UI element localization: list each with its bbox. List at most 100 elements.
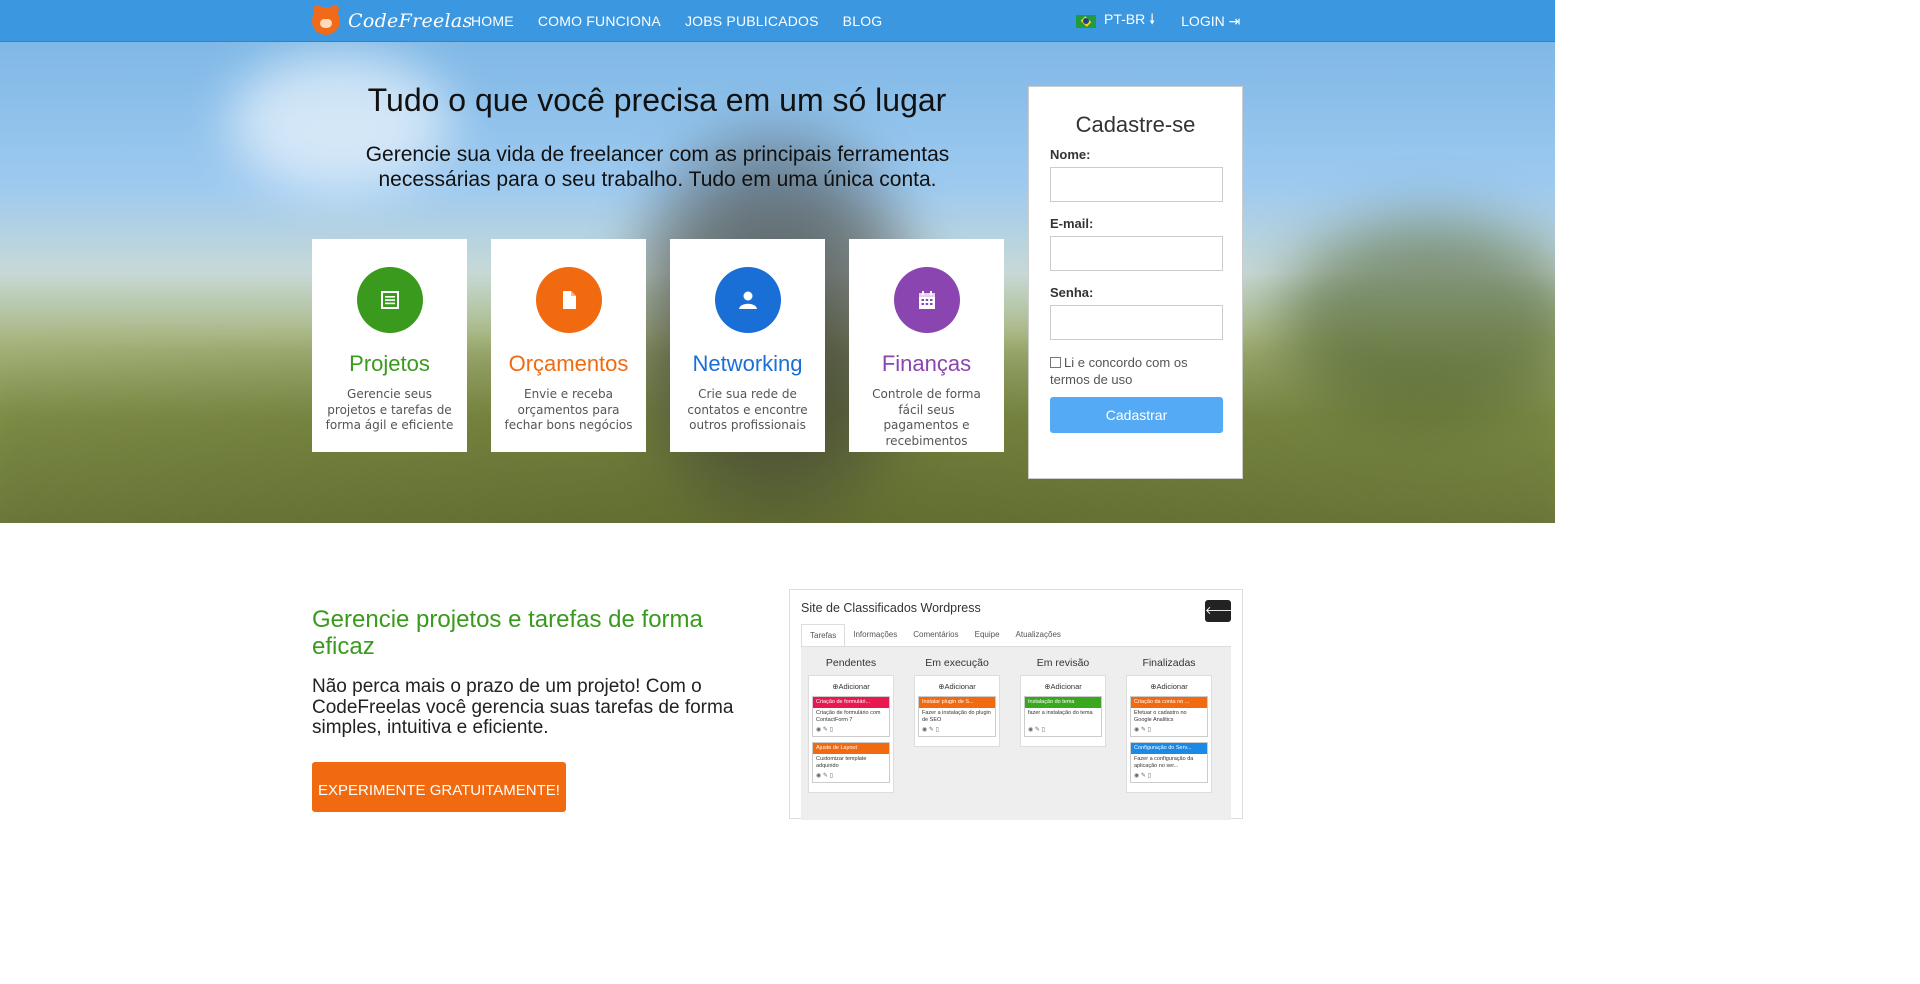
list-icon bbox=[356, 267, 423, 333]
hero-title: Tudo o que você precisa em um só lugar bbox=[367, 82, 947, 118]
section-text: Não perca mais o prazo de um projeto! Co… bbox=[312, 676, 734, 738]
task-card-actions: ◉ ✎ ▯ bbox=[922, 727, 939, 733]
password-label: Senha: bbox=[1050, 285, 1094, 300]
brazil-flag-icon bbox=[1076, 14, 1096, 28]
add-task-button[interactable]: ⊕Adicionar bbox=[812, 680, 890, 696]
task-card-actions: ◉ ✎ ▯ bbox=[1028, 727, 1045, 733]
hero-section: Tudo o que você precisa em um só lugar G… bbox=[0, 42, 1555, 523]
terms-checkbox[interactable] bbox=[1050, 357, 1061, 368]
task-card-title: Criação de formulári... bbox=[813, 697, 889, 708]
board-column: Em execução ⊕Adicionar Instalar plugin d… bbox=[909, 647, 1005, 747]
feature-card-networking: Networking Crie sua rede de contatos e e… bbox=[670, 239, 825, 452]
task-card-actions: ◉ ✎ ▯ bbox=[816, 727, 833, 733]
language-selector[interactable]: PT-BR 🠗 bbox=[1104, 9, 1155, 33]
nav-link-blog[interactable]: BLOG bbox=[843, 13, 883, 29]
feature-title: Projetos bbox=[349, 351, 430, 376]
task-card[interactable]: Instalação do tema fazer a instalação do… bbox=[1024, 696, 1102, 737]
nav-link-como-funciona[interactable]: COMO FUNCIONA bbox=[538, 13, 661, 29]
column-title: Em execução bbox=[925, 657, 989, 669]
column-title: Finalizadas bbox=[1142, 657, 1196, 669]
feature-description: Crie sua rede de contatos e encontre out… bbox=[687, 387, 808, 432]
tab-equipe[interactable]: Equipe bbox=[967, 624, 1008, 646]
feature-description: Gerencie seus projetos e tarefas de form… bbox=[325, 387, 454, 432]
board-column: Pendentes ⊕Adicionar Criação de formulár… bbox=[803, 647, 899, 793]
document-icon bbox=[535, 267, 602, 333]
tab-informacoes[interactable]: Informações bbox=[845, 624, 905, 646]
email-label: E-mail: bbox=[1050, 216, 1094, 231]
page: CodeFreelas HOME COMO FUNCIONA JOBS PUBL… bbox=[0, 0, 1555, 984]
feature-title: Finanças bbox=[881, 351, 972, 376]
project-title: Site de Classificados Wordpress bbox=[801, 601, 981, 615]
feature-card-projetos: Projetos Gerencie seus projetos e tarefa… bbox=[312, 239, 467, 452]
task-card-title: Criação da conta no ... bbox=[1131, 697, 1207, 708]
feature-title: Networking bbox=[692, 351, 803, 376]
add-task-button[interactable]: ⊕Adicionar bbox=[918, 680, 996, 696]
task-card[interactable]: Configuração do Serv... Fazer a configur… bbox=[1130, 742, 1208, 783]
task-card-body: Fazer a configuração da aplicação no ser… bbox=[1134, 756, 1194, 769]
section-title: Gerencie projetos e tarefas de forma efi… bbox=[312, 606, 703, 660]
name-field[interactable] bbox=[1050, 167, 1223, 202]
column-body: ⊕Adicionar Criação de formulári... Criaç… bbox=[808, 675, 894, 793]
column-title: Em revisão bbox=[1036, 657, 1090, 669]
arrow-down-icon: 🠗 bbox=[1149, 11, 1156, 27]
column-body: ⊕Adicionar Instalar plugin de S... Fazer… bbox=[914, 675, 1000, 747]
try-free-button[interactable]: EXPERIMENTE GRATUITAMENTE! bbox=[312, 762, 566, 812]
task-card-title: Instalação do tema bbox=[1025, 697, 1101, 708]
column-body: ⊕Adicionar Criação da conta no ... Efetu… bbox=[1126, 675, 1212, 793]
sign-in-icon: ⇥ bbox=[1228, 12, 1241, 29]
task-card[interactable]: Ajuste de Layout Customizar template adq… bbox=[812, 742, 890, 783]
board-column: Finalizadas ⊕Adicionar Criação da conta … bbox=[1121, 647, 1217, 793]
brand-name: CodeFreelas bbox=[348, 10, 473, 32]
feature-card-orcamentos: Orçamentos Envie e receba orçamentos par… bbox=[491, 239, 646, 452]
feature-description: Envie e receba orçamentos para fechar bo… bbox=[504, 387, 633, 432]
task-card-body: Criação de formulário com ContactForm 7 bbox=[816, 710, 881, 723]
task-card-body: Fazer a instalação do plugin de SEO bbox=[922, 710, 991, 723]
feature-title: Orçamentos bbox=[508, 351, 629, 376]
name-label: Nome: bbox=[1050, 147, 1091, 162]
login-label: LOGIN bbox=[1181, 12, 1225, 29]
add-task-button[interactable]: ⊕Adicionar bbox=[1024, 680, 1102, 696]
language-label: PT-BR bbox=[1104, 11, 1146, 27]
password-field[interactable] bbox=[1050, 305, 1223, 340]
signup-button[interactable]: Cadastrar bbox=[1050, 397, 1223, 433]
task-card-body: Efetuar o cadastro no Google Analitics bbox=[1134, 710, 1187, 723]
app-preview: Site de Classificados Wordpress 🡐 Tarefa… bbox=[789, 589, 1243, 820]
calendar-icon bbox=[893, 267, 960, 333]
column-body: ⊕Adicionar Instalação do tema fazer a in… bbox=[1020, 675, 1106, 747]
task-card-actions: ◉ ✎ ▯ bbox=[1134, 727, 1151, 733]
nav-link-jobs-publicados[interactable]: JOBS PUBLICADOS bbox=[685, 13, 819, 29]
tab-comentarios[interactable]: Comentários bbox=[905, 624, 966, 646]
terms-row: Li e concordo com os termos de uso bbox=[1050, 354, 1230, 388]
nav-right: PT-BR 🠗 LOGIN ⇥ bbox=[1076, 0, 1240, 42]
tab-tarefas[interactable]: Tarefas bbox=[801, 624, 846, 646]
signup-form: Cadastre-se Nome: E-mail: Senha: Li e co… bbox=[1028, 86, 1243, 479]
brand-logo[interactable]: CodeFreelas bbox=[312, 5, 473, 35]
feature-description: Controle de forma fácil seus pagamentos … bbox=[872, 387, 981, 448]
bear-logo-icon bbox=[312, 5, 340, 35]
task-card-body: fazer a instalação do tema bbox=[1028, 710, 1093, 716]
nav-link-home[interactable]: HOME bbox=[471, 13, 514, 29]
signup-title: Cadastre-se bbox=[1075, 112, 1196, 137]
task-card[interactable]: Criação da conta no ... Efetuar o cadast… bbox=[1130, 696, 1208, 737]
task-card-title: Configuração do Serv... bbox=[1131, 743, 1207, 754]
hero-subtitle: Gerencie sua vida de freelancer com as p… bbox=[365, 143, 950, 191]
task-card-title: Instalar plugin de S... bbox=[919, 697, 995, 708]
add-task-button[interactable]: ⊕Adicionar bbox=[1130, 680, 1208, 696]
user-icon bbox=[714, 267, 781, 333]
task-card[interactable]: Instalar plugin de S... Fazer a instalaç… bbox=[918, 696, 996, 737]
board-column: Em revisão ⊕Adicionar Instalação do tema… bbox=[1015, 647, 1111, 747]
terms-label: Li e concordo com os termos de uso bbox=[1050, 355, 1188, 387]
login-link[interactable]: LOGIN ⇥ bbox=[1181, 13, 1240, 30]
task-card-title: Ajuste de Layout bbox=[813, 743, 889, 754]
arrow-left-icon[interactable]: 🡐 bbox=[1205, 600, 1235, 622]
task-card-actions: ◉ ✎ ▯ bbox=[1134, 773, 1151, 779]
task-card-actions: ◉ ✎ ▯ bbox=[816, 773, 833, 779]
project-tabs: Tarefas Informações Comentários Equipe A… bbox=[801, 624, 1069, 646]
task-card-body: Customizar template adquirido bbox=[816, 756, 867, 769]
navbar: CodeFreelas HOME COMO FUNCIONA JOBS PUBL… bbox=[0, 0, 1555, 42]
email-field[interactable] bbox=[1050, 236, 1223, 271]
feature-card-financas: Finanças Controle de forma fácil seus pa… bbox=[849, 239, 1004, 452]
tab-atualizacoes[interactable]: Atualizações bbox=[1008, 624, 1069, 646]
column-title: Pendentes bbox=[825, 657, 877, 669]
task-card[interactable]: Criação de formulári... Criação de formu… bbox=[812, 696, 890, 737]
